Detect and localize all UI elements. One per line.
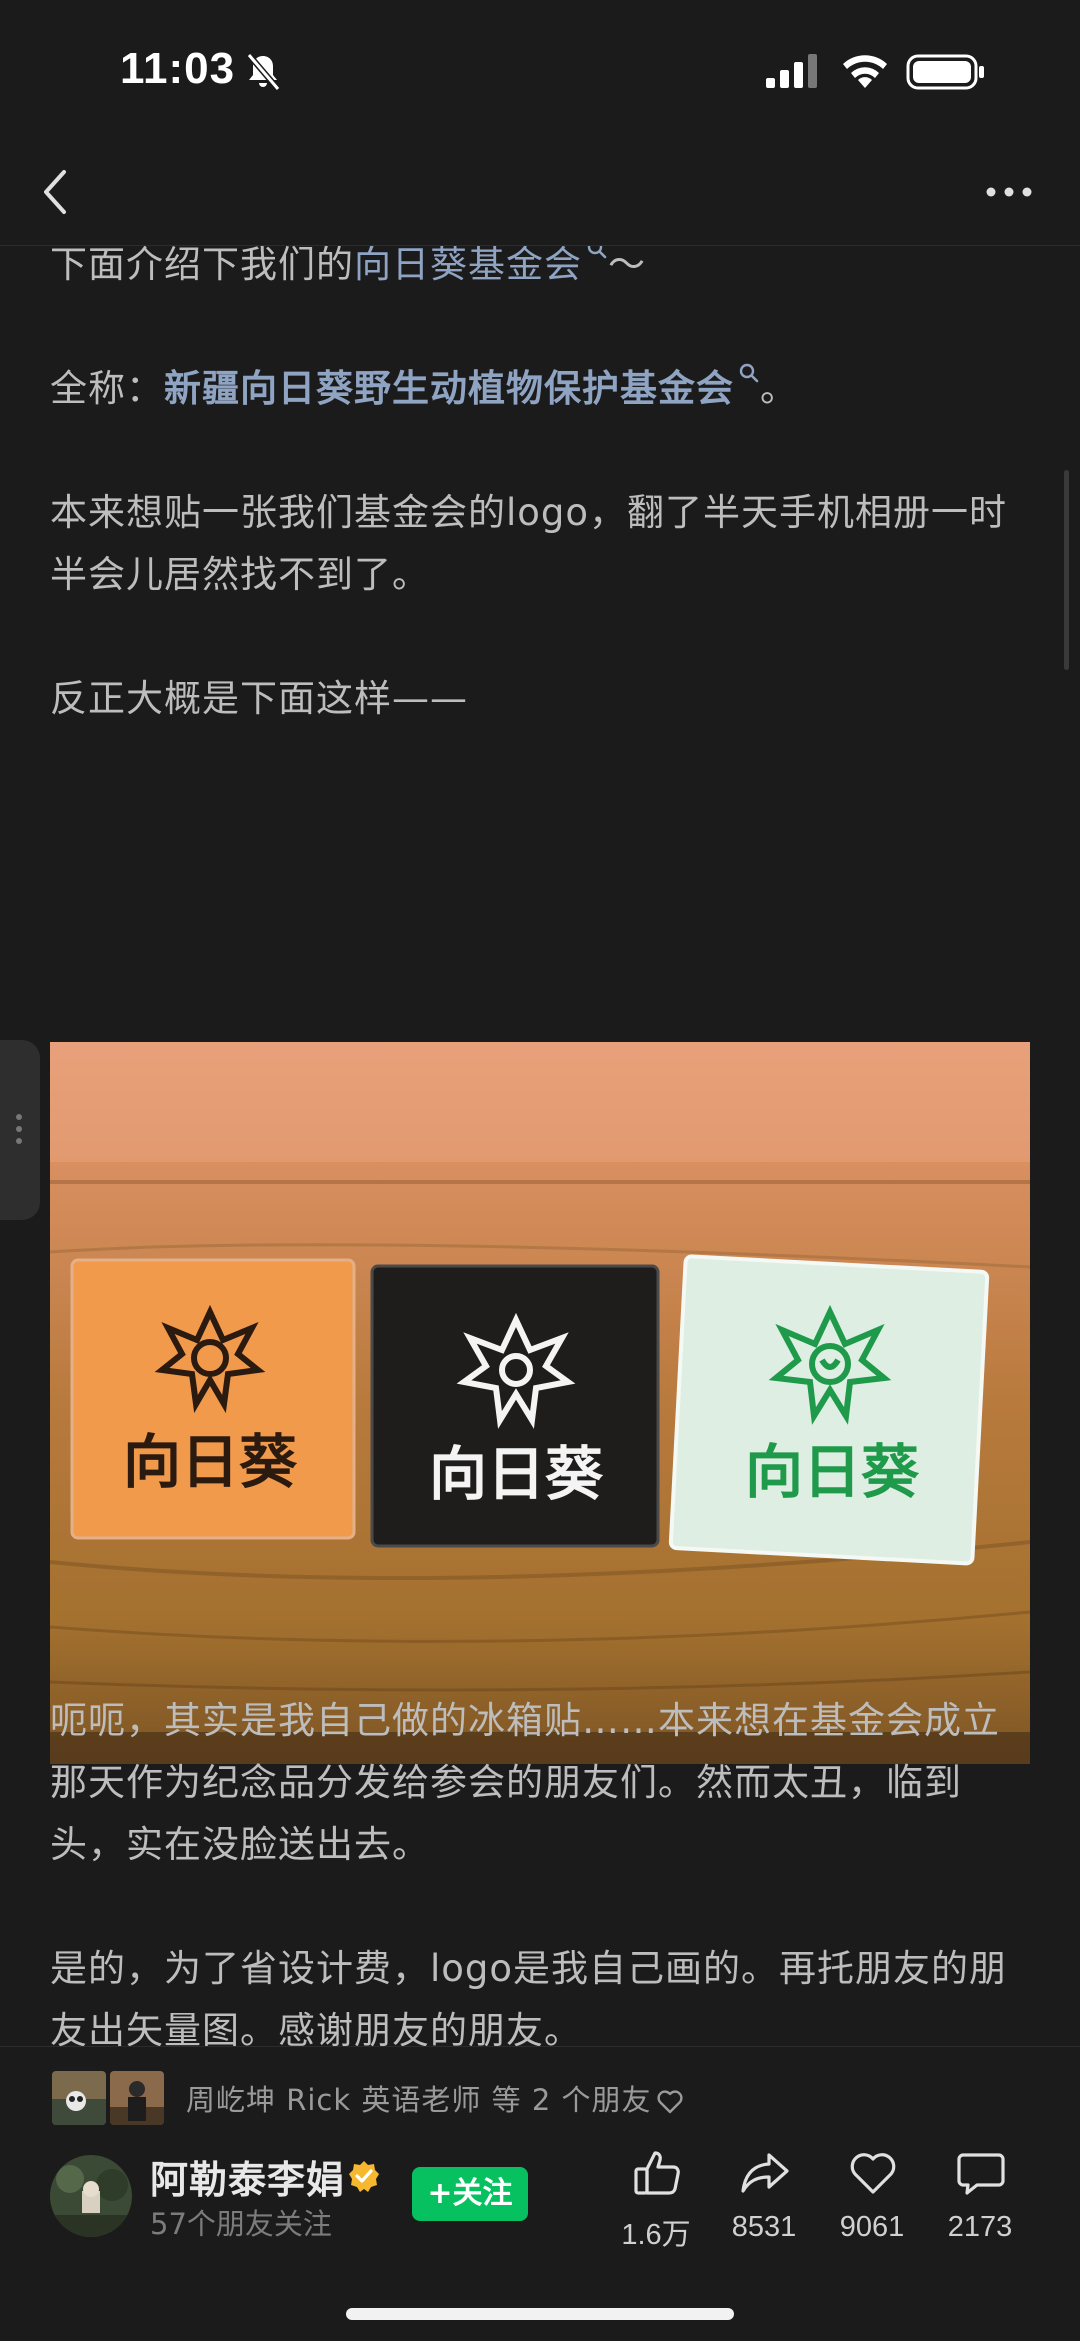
bottom-bar: 周屹坤 Rick 英语老师 等 2 个朋友 阿勒泰李娟 57个朋友关注 +关注 … <box>0 2046 1080 2341</box>
magnet-label: 向日葵 <box>123 1428 298 1496</box>
paragraph-fridge-magnet: 呃呃，其实是我自己做的冰箱贴……本来想在基金会成立那天作为纪念品分发给参会的朋友… <box>50 1699 1000 1866</box>
like-count: 1.6万 <box>621 2219 691 2251</box>
top-nav-bar <box>0 140 1080 246</box>
magnet-label: 向日葵 <box>429 1440 604 1508</box>
author-name[interactable]: 阿勒泰李娟 <box>150 2149 345 2204</box>
follow-button[interactable]: +关注 <box>412 2167 528 2221</box>
favorite-count: 9061 <box>839 2211 905 2243</box>
heart-outline-icon <box>656 2090 683 2114</box>
thumbs-up-icon <box>634 2151 680 2195</box>
back-arrow-icon[interactable] <box>36 164 76 220</box>
share-arrow-icon <box>741 2153 789 2193</box>
bell-muted-icon <box>246 53 281 91</box>
friends-liked-text[interactable]: 周屹坤 Rick 英语老师 等 2 个朋友 <box>186 2077 684 2119</box>
orange-magnet: 向日葵 <box>70 1258 356 1540</box>
friend-avatars[interactable] <box>52 2071 168 2127</box>
magnet-label: 向日葵 <box>745 1438 920 1506</box>
intro-suffix: ～ <box>608 246 646 286</box>
fullname-label: 全称： <box>50 367 164 410</box>
comment-action[interactable]: 2173 <box>930 2147 1030 2257</box>
more-options-icon[interactable] <box>984 182 1034 202</box>
heart-icon <box>850 2153 896 2194</box>
friend-avatar <box>110 2071 164 2125</box>
verified-badge-icon <box>349 2161 379 2192</box>
like-action[interactable]: 1.6万 <box>606 2147 706 2257</box>
friends-liked-label: 周屹坤 Rick 英语老师 等 2 个朋友 <box>186 2083 652 2117</box>
author-avatar[interactable] <box>50 2155 132 2237</box>
search-icon[interactable] <box>586 246 608 260</box>
scroll-indicator[interactable] <box>1064 470 1069 670</box>
fullname-search-link[interactable]: 新疆向日葵野生动植物保护基金会 <box>164 367 734 410</box>
black-magnet: 向日葵 <box>370 1264 660 1548</box>
paragraph-logo: 本来想贴一张我们基金会的logo，翻了半天手机相册一时半会儿居然找不到了。 <box>50 491 1008 596</box>
intro-paragraph: 下面介绍下我们的向日葵基金会 ～ <box>50 246 1035 296</box>
paragraph-design-fee: 是的，为了省设计费，logo是我自己画的。再托朋友的朋友出矢量图。感谢朋友的朋友… <box>50 1947 1008 2046</box>
search-icon[interactable] <box>738 362 760 384</box>
favorite-action[interactable]: 9061 <box>822 2147 922 2257</box>
foundation-search-link[interactable]: 向日葵基金会 <box>354 246 582 286</box>
status-time: 11:03 <box>120 44 236 93</box>
comment-count: 2173 <box>947 2211 1013 2243</box>
share-count: 8531 <box>731 2211 797 2243</box>
paragraph-below: 反正大概是下面这样—— <box>50 677 468 720</box>
cellular-signal-icon <box>766 54 817 88</box>
battery-icon <box>906 54 984 90</box>
comment-bubble-icon <box>957 2153 1005 2195</box>
share-action[interactable]: 8531 <box>714 2147 814 2257</box>
intro-text: 下面介绍下我们的 <box>50 246 354 286</box>
article-photo[interactable]: 向日葵 向日葵 向日葵 <box>50 1042 1030 1764</box>
status-bar: 11:03 <box>0 0 1080 140</box>
home-indicator[interactable] <box>346 2308 734 2320</box>
author-followers: 57个朋友关注 <box>150 2207 332 2241</box>
wifi-icon <box>843 55 887 88</box>
friend-avatar <box>52 2071 106 2125</box>
fullname-paragraph: 全称：新疆向日葵野生动植物保护基金会。 <box>50 358 1035 420</box>
fullname-suffix: 。 <box>760 367 798 410</box>
white-magnet: 向日葵 <box>668 1254 990 1566</box>
side-drawer-handle[interactable] <box>0 1040 40 1220</box>
article-body: 下面介绍下我们的向日葵基金会 ～ 全称：新疆向日葵野生动植物保护基金会。 本来想贴… <box>0 246 1080 2046</box>
